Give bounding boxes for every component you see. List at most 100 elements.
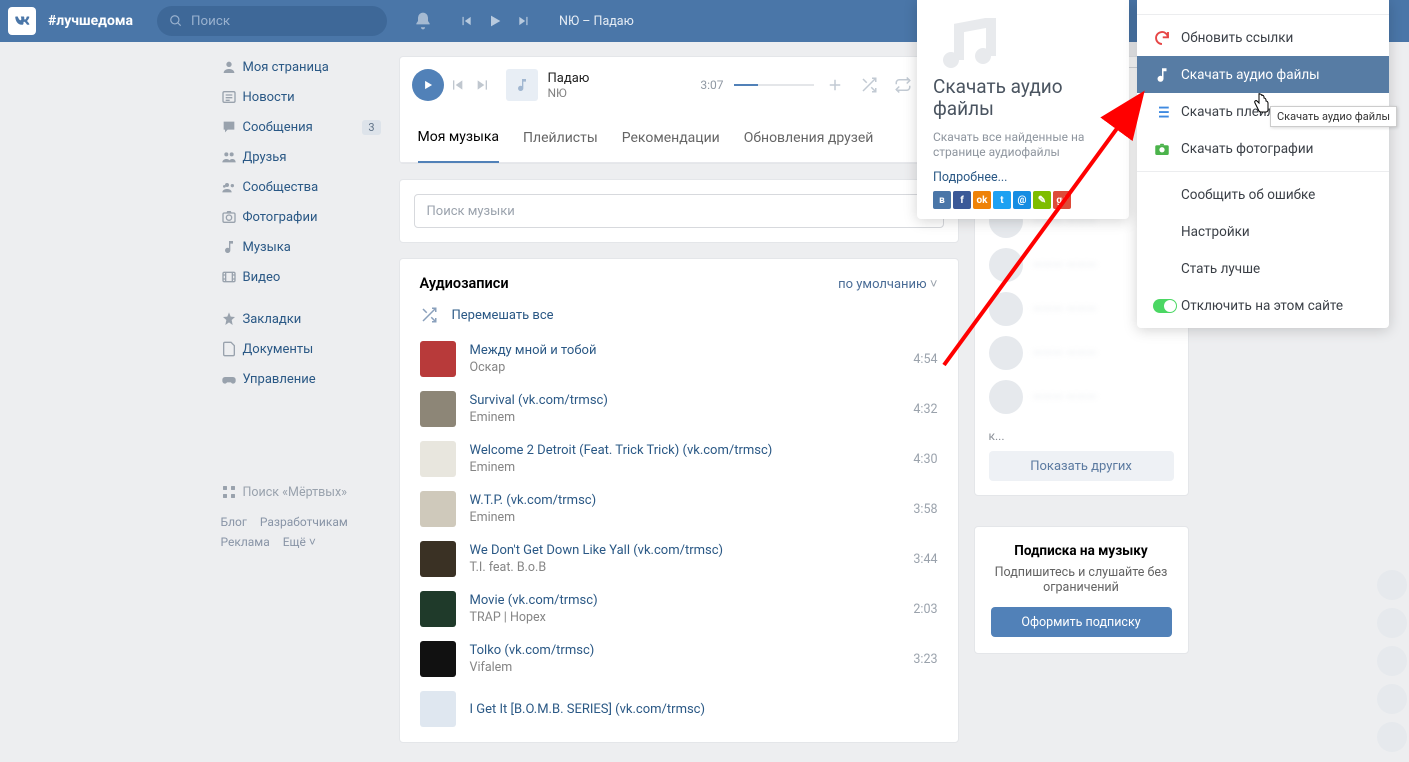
nav-video[interactable]: Видео <box>215 262 385 292</box>
track-art <box>420 441 456 477</box>
track-row[interactable]: Survival (vk.com/trmsc)Eminem4:32 <box>400 384 958 434</box>
track-artist: Eminem <box>470 510 914 525</box>
nav-game[interactable]: Управление <box>215 364 385 394</box>
fb-share-icon[interactable]: f <box>953 191 971 209</box>
ext-menu-item[interactable]: Стать лучше <box>1137 250 1389 287</box>
bell-icon[interactable] <box>413 11 433 31</box>
nav-photo[interactable]: Фотографии <box>215 202 385 232</box>
track-title: I Get It [B.O.M.B. SERIES] (vk.com/trmsc… <box>470 702 938 717</box>
nav-group[interactable]: Сообщества <box>215 172 385 202</box>
footer-link[interactable]: Разработчикам <box>260 515 348 529</box>
ext-menu-item[interactable]: Настройки <box>1137 213 1389 250</box>
mail-share-icon[interactable]: @ <box>1013 191 1031 209</box>
vk-logo[interactable] <box>8 7 36 35</box>
footer-link[interactable]: Блог <box>221 515 247 529</box>
ext-desc: Скачать все найденные на странице аудиоф… <box>933 130 1113 160</box>
ok-share-icon[interactable]: ok <box>973 191 991 209</box>
tab-friends-updates[interactable]: Обновления друзей <box>744 114 874 162</box>
nav-music[interactable]: Музыка <box>215 232 385 262</box>
play-icon[interactable] <box>487 13 503 29</box>
mini-player-track[interactable]: NЮ – Падаю <box>559 14 634 29</box>
avatar[interactable] <box>1377 646 1407 676</box>
vk-share-icon[interactable]: в <box>933 191 951 209</box>
store-link[interactable]: Поиск «Мёртвых» <box>215 478 385 506</box>
track-artist: NЮ <box>548 86 691 100</box>
lj-share-icon[interactable]: ✎ <box>1033 191 1051 209</box>
refresh-icon <box>1153 29 1181 47</box>
nav-news[interactable]: Новости <box>215 82 385 112</box>
hashtag[interactable]: #лучшедома <box>48 13 133 29</box>
track-artist: Оскар <box>470 360 914 375</box>
photo-icon <box>221 209 243 225</box>
friend-row[interactable]: ——— ——— <box>975 331 1188 375</box>
track-title: Welcome 2 Detroit (Feat. Trick Trick) (v… <box>470 443 914 458</box>
show-more-friends[interactable]: Показать других <box>989 451 1174 481</box>
camera-icon <box>1153 140 1181 158</box>
ext-more-link[interactable]: Подробнее... <box>933 170 1113 185</box>
repeat-icon[interactable] <box>894 76 912 94</box>
global-search-input[interactable] <box>191 14 375 29</box>
play-button[interactable] <box>412 69 444 101</box>
game-icon <box>221 371 243 387</box>
track-artist: Eminem <box>470 460 914 475</box>
avatar[interactable] <box>1377 684 1407 714</box>
prev-icon[interactable] <box>459 14 473 28</box>
track-row[interactable]: W.T.P. (vk.com/trmsc)Eminem3:58 <box>400 484 958 534</box>
friends-trail: к... <box>975 429 1188 443</box>
avatar[interactable] <box>1377 722 1407 752</box>
shuffle-all[interactable]: Перемешать все <box>400 300 958 334</box>
extension-infobox: Скачать аудио файлы Скачать все найденны… <box>917 0 1129 219</box>
cursor-icon <box>1252 92 1272 116</box>
nav-chat[interactable]: Сообщения3 <box>215 112 385 142</box>
tab-playlists[interactable]: Плейлисты <box>523 114 598 162</box>
friends-icon <box>221 149 243 165</box>
nav-friends[interactable]: Друзья <box>215 142 385 172</box>
shuffle-icon[interactable] <box>860 76 878 94</box>
track-duration: 3:23 <box>913 652 937 667</box>
next-button[interactable] <box>475 77 491 93</box>
friend-row[interactable]: ——— ——— <box>975 375 1188 419</box>
track-time: 3:07 <box>700 78 723 92</box>
progress-bar[interactable] <box>734 84 814 86</box>
audio-list-card: Аудиозаписи по умолчанию ˅ Перемешать вс… <box>399 258 959 743</box>
track-artist: Vifalem <box>470 660 914 675</box>
track-row[interactable]: Между мной и тобойОскар4:54 <box>400 334 958 384</box>
tab-my-music[interactable]: Моя музыка <box>418 113 500 163</box>
toggle-icon[interactable] <box>1153 299 1177 313</box>
track-duration: 3:58 <box>913 502 937 517</box>
list-icon <box>1153 103 1181 121</box>
track-row[interactable]: Tolko (vk.com/trmsc)Vifalem3:23 <box>400 634 958 684</box>
gp-share-icon[interactable]: g+ <box>1053 191 1071 209</box>
prev-button[interactable] <box>449 77 465 93</box>
subscribe-button[interactable]: Оформить подписку <box>991 607 1172 637</box>
subs-desc: Подпишитесь и слушайте без ограничений <box>991 565 1172 595</box>
ext-menu-item[interactable]: Скачать фотографии <box>1137 130 1389 167</box>
sort-dropdown[interactable]: по умолчанию ˅ <box>838 276 937 292</box>
track-row[interactable]: Welcome 2 Detroit (Feat. Trick Trick) (v… <box>400 434 958 484</box>
ext-title: Скачать аудио файлы <box>933 76 1113 120</box>
mini-player: NЮ – Падаю <box>459 13 634 29</box>
ext-menu-item[interactable]: Обновить ссылки <box>1137 19 1389 56</box>
next-icon[interactable] <box>517 14 531 28</box>
nav-user[interactable]: Моя страница <box>215 52 385 82</box>
tw-share-icon[interactable]: t <box>993 191 1011 209</box>
avatar[interactable] <box>1377 608 1407 638</box>
track-row[interactable]: I Get It [B.O.M.B. SERIES] (vk.com/trmsc… <box>400 684 958 734</box>
footer-link[interactable]: Ещё ˅ <box>283 535 316 549</box>
avatar[interactable] <box>1377 570 1407 600</box>
avatar <box>989 380 1023 414</box>
global-search[interactable] <box>157 6 387 36</box>
ext-menu-item[interactable]: Скачать аудио файлы <box>1137 56 1389 93</box>
ext-menu-item[interactable]: Отключить на этом сайте <box>1137 287 1389 324</box>
ext-menu-item[interactable]: Сообщить об ошибке <box>1137 176 1389 213</box>
music-search-input[interactable] <box>414 194 944 228</box>
footer-link[interactable]: Реклама <box>221 535 270 549</box>
track-row[interactable]: Movie (vk.com/trmsc)TRAP | Hopex2:03 <box>400 584 958 634</box>
nav-doc[interactable]: Документы <box>215 334 385 364</box>
nav-star[interactable]: Закладки <box>215 304 385 334</box>
track-row[interactable]: We Don't Get Down Like Yall (vk.com/trms… <box>400 534 958 584</box>
tab-recs[interactable]: Рекомендации <box>622 114 720 162</box>
add-icon[interactable] <box>826 76 844 94</box>
music-file-icon <box>933 18 1113 70</box>
group-icon <box>221 179 243 195</box>
